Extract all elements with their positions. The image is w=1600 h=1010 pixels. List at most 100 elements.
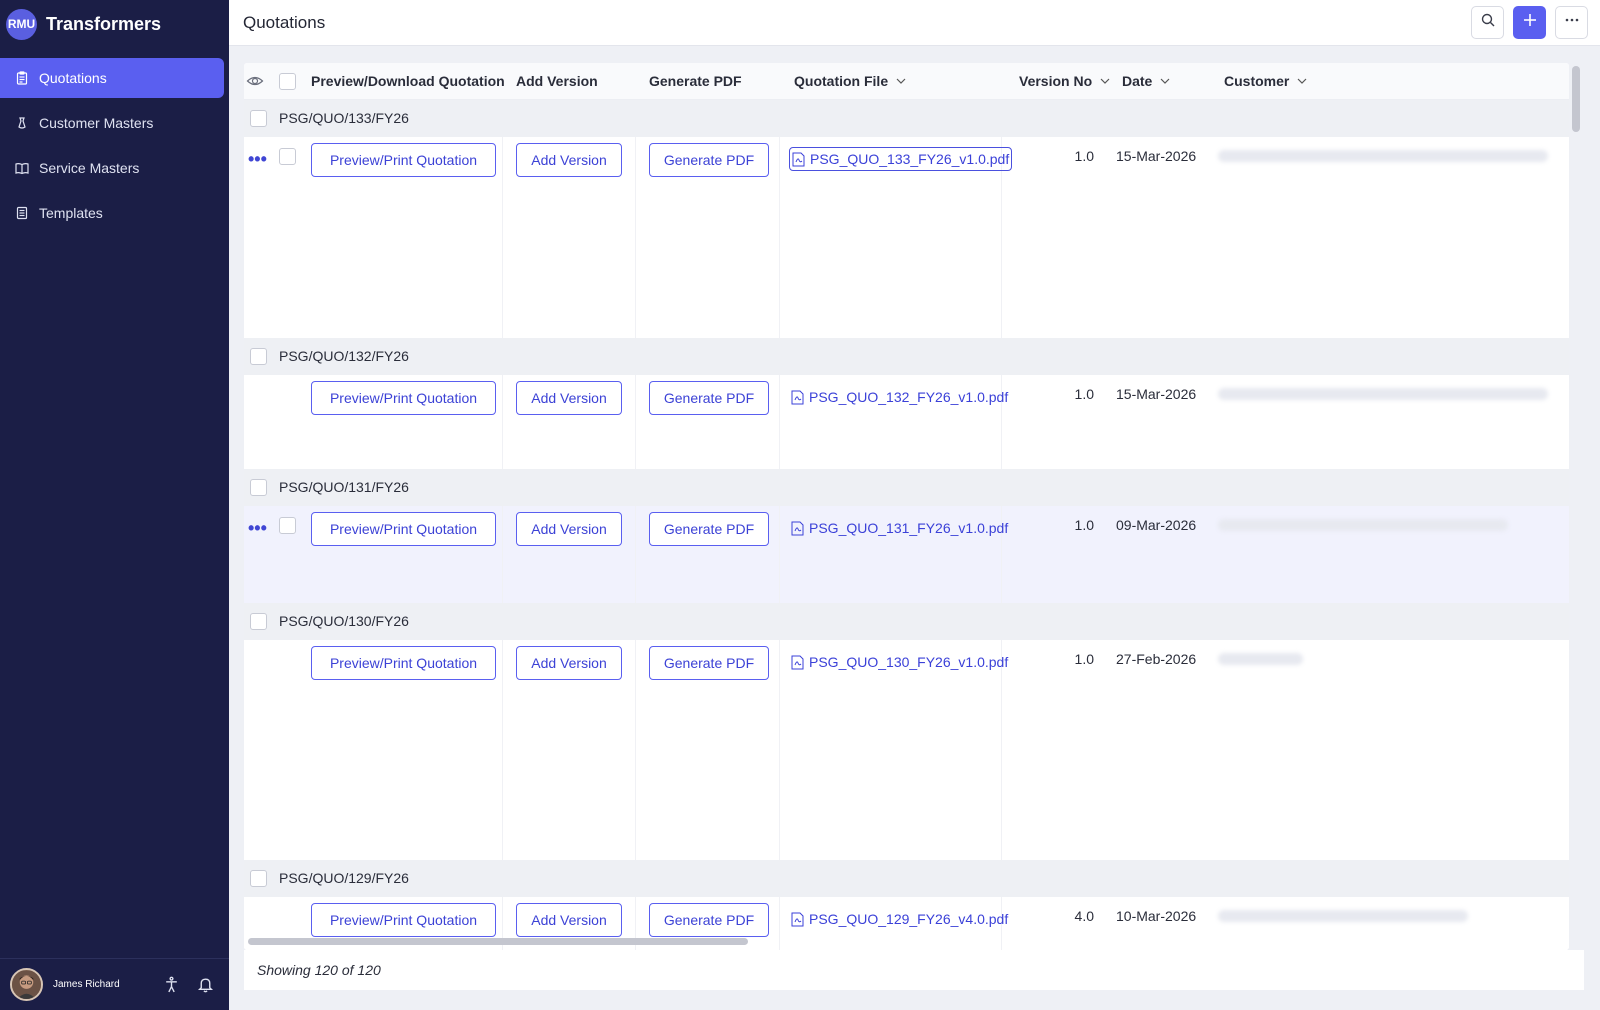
generate-pdf-button[interactable]: Generate PDF (649, 512, 769, 546)
quotation-date: 10-Mar-2026 (1116, 908, 1197, 924)
vertical-scrollbar-thumb[interactable] (1572, 66, 1580, 132)
column-header-add-version: Add Version (516, 73, 598, 89)
sidebar-item-quotations[interactable]: Quotations (0, 58, 224, 98)
plus-icon (1522, 12, 1538, 33)
row-checkbox[interactable] (279, 517, 296, 534)
quotation-date: 15-Mar-2026 (1116, 148, 1197, 164)
generate-pdf-button[interactable]: Generate PDF (649, 646, 769, 680)
sidebar-item-label: Templates (39, 205, 103, 221)
preview-print-button[interactable]: Preview/Print Quotation (311, 143, 496, 177)
pdf-icon (791, 655, 804, 669)
pdf-icon (791, 912, 804, 926)
group-title: PSG/QUO/129/FY26 (279, 870, 409, 886)
column-header-quotation-file[interactable]: Quotation File (794, 73, 907, 89)
generate-pdf-button[interactable]: Generate PDF (649, 903, 769, 937)
group-title: PSG/QUO/132/FY26 (279, 348, 409, 364)
eye-icon[interactable] (246, 72, 264, 90)
quotation-date: 15-Mar-2026 (1116, 386, 1197, 402)
sidebar-item-service-masters[interactable]: Service Masters (0, 148, 224, 188)
avatar[interactable] (10, 968, 43, 1001)
add-version-button[interactable]: Add Version (516, 646, 622, 680)
add-version-button[interactable]: Add Version (516, 903, 622, 937)
quotation-file-link[interactable]: PSG_QUO_129_FY26_v4.0.pdf (789, 907, 1010, 931)
preview-print-button[interactable]: Preview/Print Quotation (311, 903, 496, 937)
search-button[interactable] (1471, 6, 1504, 39)
version-no: 1.0 (1074, 651, 1094, 667)
group-header[interactable]: PSG/QUO/130/FY26 (244, 603, 1569, 640)
table-header: Preview/Download Quotation Add Version G… (244, 63, 1569, 100)
more-options-button[interactable] (1555, 6, 1588, 39)
preview-print-button[interactable]: Preview/Print Quotation (311, 512, 496, 546)
chevron-down-icon (1100, 78, 1110, 84)
sidebar-footer: James Richard (0, 958, 229, 1010)
search-icon (1480, 12, 1496, 33)
quotation-file-link[interactable]: PSG_QUO_131_FY26_v1.0.pdf (789, 516, 1010, 540)
group-header[interactable]: PSG/QUO/133/FY26 (244, 100, 1569, 137)
bell-icon[interactable] (195, 975, 215, 995)
group-header[interactable]: PSG/QUO/131/FY26 (244, 469, 1569, 506)
add-version-button[interactable]: Add Version (516, 143, 622, 177)
table-row[interactable]: Preview/Print Quotation Add Version Gene… (244, 375, 1569, 469)
group-checkbox[interactable] (250, 479, 267, 496)
group-checkbox[interactable] (250, 870, 267, 887)
brand[interactable]: RMU Transformers (0, 0, 229, 48)
horizontal-scrollbar[interactable] (244, 935, 1569, 947)
column-header-label: Date (1122, 73, 1153, 89)
preview-print-button[interactable]: Preview/Print Quotation (311, 646, 496, 680)
row-checkbox[interactable] (279, 148, 296, 165)
horizontal-scrollbar-thumb[interactable] (248, 938, 748, 945)
pdf-icon (791, 390, 804, 404)
generate-pdf-button[interactable]: Generate PDF (649, 143, 769, 177)
chevron-down-icon (896, 78, 906, 84)
table-row[interactable]: ••• Preview/Print Quotation Add Version … (244, 137, 1569, 338)
add-quotation-button[interactable] (1513, 6, 1546, 39)
quotation-date: 09-Mar-2026 (1116, 517, 1197, 533)
column-header-label: Customer (1224, 73, 1290, 89)
version-no: 4.0 (1074, 908, 1094, 924)
sidebar-item-templates[interactable]: Templates (0, 193, 224, 233)
customer-name-redacted (1218, 910, 1468, 922)
user-icon (15, 116, 29, 130)
row-actions-icon[interactable]: ••• (248, 149, 267, 170)
group-checkbox[interactable] (250, 613, 267, 630)
table-row[interactable]: ••• Preview/Print Quotation Add Version … (244, 506, 1569, 603)
customer-name-redacted (1218, 519, 1508, 531)
file-name: PSG_QUO_132_FY26_v1.0.pdf (809, 389, 1009, 405)
group-checkbox[interactable] (250, 110, 267, 127)
quotations-table: Preview/Download Quotation Add Version G… (244, 63, 1569, 950)
row-actions-icon[interactable]: ••• (248, 518, 267, 539)
add-version-button[interactable]: Add Version (516, 381, 622, 415)
column-header-label: Version No (1019, 73, 1093, 89)
template-icon (15, 206, 29, 220)
column-header-version-no[interactable]: Version No (1019, 73, 1111, 89)
group-header[interactable]: PSG/QUO/129/FY26 (244, 860, 1569, 897)
group-checkbox[interactable] (250, 348, 267, 365)
group-title: PSG/QUO/133/FY26 (279, 110, 409, 126)
customer-name-redacted (1218, 653, 1303, 665)
table-footer: Showing 120 of 120 (244, 950, 1584, 990)
customer-name-redacted (1218, 150, 1548, 162)
book-icon (15, 161, 29, 175)
page-header: Quotations (229, 0, 1600, 46)
select-all-checkbox[interactable] (279, 73, 296, 90)
user-name: James Richard (53, 979, 120, 990)
accessibility-icon[interactable] (161, 975, 181, 995)
table-row[interactable]: Preview/Print Quotation Add Version Gene… (244, 640, 1569, 860)
version-no: 1.0 (1074, 386, 1094, 402)
quotation-file-link[interactable]: PSG_QUO_133_FY26_v1.0.pdf (789, 147, 1013, 171)
add-version-button[interactable]: Add Version (516, 512, 622, 546)
column-header-date[interactable]: Date (1122, 73, 1171, 89)
sidebar-item-label: Customer Masters (39, 115, 154, 131)
generate-pdf-button[interactable]: Generate PDF (649, 381, 769, 415)
column-header-preview: Preview/Download Quotation (311, 73, 505, 89)
file-name: PSG_QUO_133_FY26_v1.0.pdf (810, 151, 1010, 167)
preview-print-button[interactable]: Preview/Print Quotation (311, 381, 496, 415)
version-no: 1.0 (1074, 517, 1094, 533)
column-header-customer[interactable]: Customer (1224, 73, 1308, 89)
column-header-label: Quotation File (794, 73, 889, 89)
quotation-file-link[interactable]: PSG_QUO_130_FY26_v1.0.pdf (789, 650, 1010, 674)
group-title: PSG/QUO/130/FY26 (279, 613, 409, 629)
quotation-file-link[interactable]: PSG_QUO_132_FY26_v1.0.pdf (789, 385, 1010, 409)
group-header[interactable]: PSG/QUO/132/FY26 (244, 338, 1569, 375)
sidebar-item-customer-masters[interactable]: Customer Masters (0, 103, 224, 143)
